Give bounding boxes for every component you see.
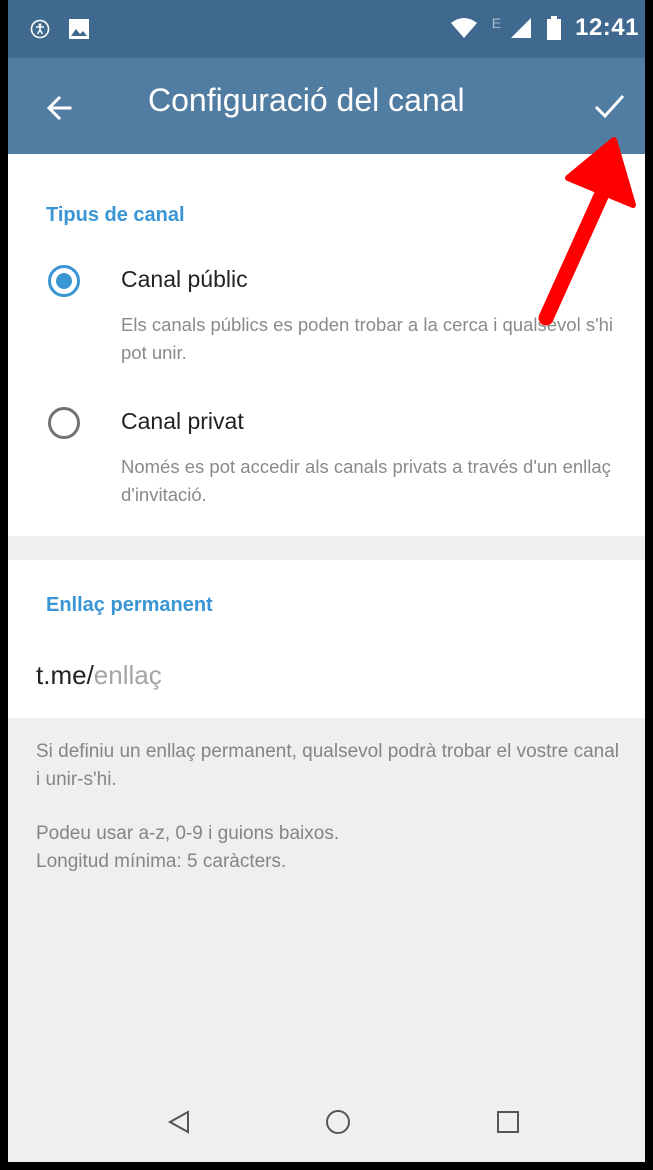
link-prefix: t.me/ [36,660,94,690]
back-button[interactable] [38,86,82,130]
nav-recents-button[interactable] [488,1102,528,1142]
confirm-button[interactable] [587,84,631,128]
info-text-min-length: Longitud mínima: 5 caràcters. [36,851,287,872]
arrow-left-icon [46,95,72,121]
circle-home-icon [326,1110,350,1134]
info-text-allowed-chars: Podeu usar a-z, 0-9 i guions baixos. [36,823,340,844]
option-private-channel[interactable]: Canal privat Només es pot accedir als ca… [8,394,645,524]
phone-screen: E 12:41 Configuració del canal Tipus de … [8,0,645,1162]
option-label-private: Canal privat [121,408,244,434]
section-title-channel-type: Tipus de canal [46,204,185,226]
section-title-permalink: Enllaç permanent [46,594,213,616]
checkmark-icon [594,94,625,119]
page-title: Configuració del canal [148,82,465,118]
image-notification-icon [69,19,89,39]
option-label-public: Canal públic [121,266,248,292]
app-bar: Configuració del canal [8,58,645,154]
status-right: E 12:41 [450,14,639,42]
permalink-row: t.me/ [36,660,394,691]
permalink-card: Enllaç permanent t.me/ [8,560,645,718]
wifi-icon [450,18,477,38]
navigation-bar [8,1066,645,1162]
nav-back-button[interactable] [160,1102,200,1142]
option-description-public: Els canals públics es poden trobar a la … [121,314,613,363]
cell-signal-icon [511,18,532,38]
radio-private[interactable] [48,407,80,439]
option-public-channel[interactable]: Canal públic Els canals públics es poden… [8,254,645,384]
info-text-permalink: Si definiu un enllaç permanent, qualsevo… [36,741,620,790]
triangle-back-icon [167,1110,189,1134]
status-left [30,18,90,40]
option-description-private: Només es pot accedir als canals privats … [121,456,611,505]
permalink-input[interactable] [93,660,394,691]
nav-home-button[interactable] [318,1102,358,1142]
network-type-letter: E [491,15,502,31]
battery-icon [547,16,562,40]
clock: 12:41 [575,14,639,41]
radio-public[interactable] [48,265,80,297]
square-recents-icon [497,1111,519,1133]
status-bar: E 12:41 [8,0,645,58]
channel-type-card: Tipus de canal Canal públic Els canals p… [8,154,645,536]
accessibility-icon [30,19,50,39]
